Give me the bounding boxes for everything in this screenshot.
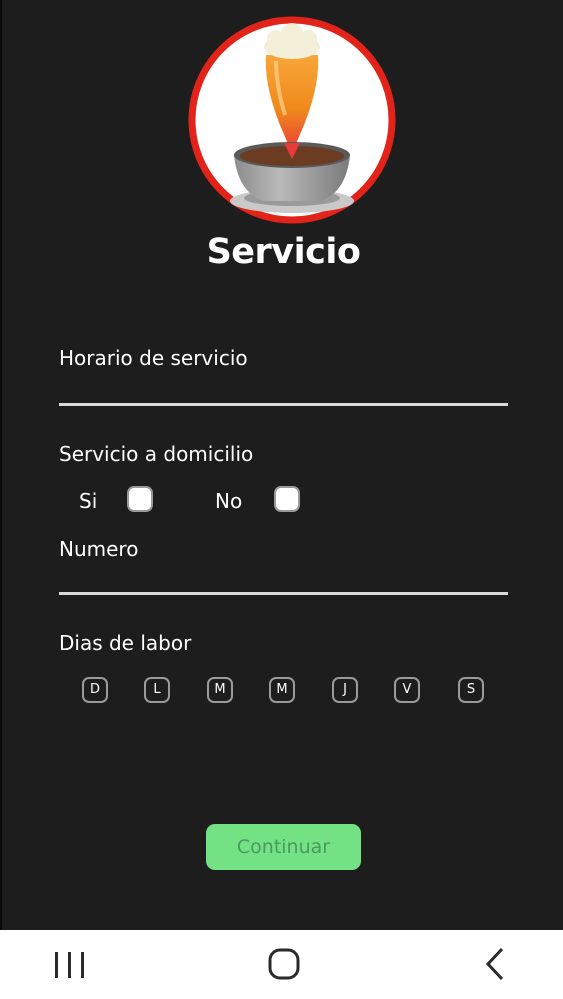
si-checkbox[interactable] <box>127 486 153 512</box>
recents-icon[interactable] <box>40 942 100 986</box>
no-checkbox[interactable] <box>274 486 300 512</box>
dias-label: Dias de labor <box>59 631 192 655</box>
day-toggle-jueves[interactable]: J <box>332 677 358 703</box>
continue-button[interactable]: Continuar <box>206 824 361 870</box>
day-toggle-domingo[interactable]: D <box>82 677 108 703</box>
numero-underline <box>59 592 508 595</box>
day-toggle-martes[interactable]: M <box>207 677 233 703</box>
cafe-logo-icon <box>188 16 396 224</box>
back-icon[interactable] <box>466 942 526 986</box>
day-toggle-sabado[interactable]: S <box>458 677 484 703</box>
no-label: No <box>215 489 243 513</box>
horario-input[interactable] <box>59 372 508 400</box>
system-nav-bar <box>0 930 563 999</box>
numero-label: Numero <box>59 537 139 561</box>
si-label: Si <box>79 489 98 513</box>
numero-input[interactable] <box>59 562 508 590</box>
home-icon[interactable] <box>254 942 314 986</box>
day-toggle-lunes[interactable]: L <box>144 677 170 703</box>
screen: Servicio Horario de servicio Servicio a … <box>0 0 563 999</box>
horario-underline <box>59 403 508 406</box>
app-content: Servicio Horario de servicio Servicio a … <box>0 0 563 930</box>
page-title: Servicio <box>206 232 361 272</box>
horario-label: Horario de servicio <box>59 346 248 370</box>
day-toggle-viernes[interactable]: V <box>394 677 420 703</box>
day-toggle-miercoles[interactable]: M <box>269 677 295 703</box>
domicilio-label: Servicio a domicilio <box>59 442 254 466</box>
